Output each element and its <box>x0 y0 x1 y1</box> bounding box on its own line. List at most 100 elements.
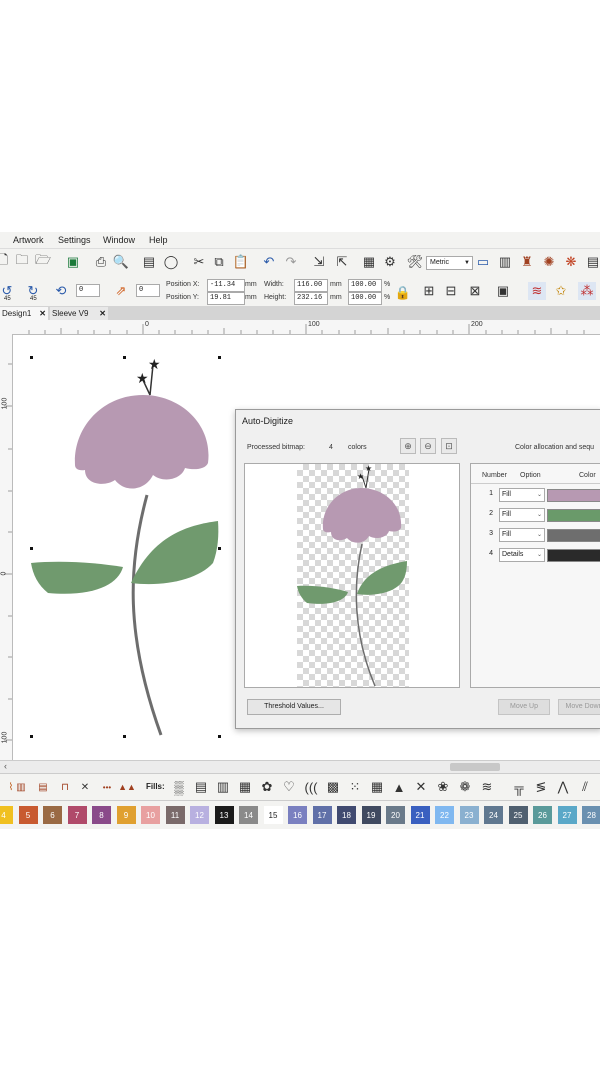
motif-4-icon[interactable]: ⫽ <box>576 778 594 796</box>
option-select[interactable]: Fill ⌄ <box>499 508 545 522</box>
slant-icon[interactable]: ⇗ <box>112 282 130 300</box>
tab-sleeve-v9[interactable]: Sleeve V9 ✕ <box>50 307 108 320</box>
thread-color-swatch[interactable]: 16 <box>288 806 307 824</box>
lock-proportions-icon[interactable]: 🔒 <box>394 284 412 302</box>
selection-handle[interactable] <box>123 735 126 738</box>
scale-height-input[interactable]: 100.00 <box>348 292 382 305</box>
print-icon[interactable]: ⎙ <box>92 253 110 271</box>
menu-artwork[interactable]: Artwork <box>13 235 44 245</box>
zigzag-stitch-icon[interactable]: ≋ <box>528 282 546 300</box>
color-swatch[interactable] <box>547 509 600 522</box>
thread-color-swatch[interactable]: 4 <box>0 806 13 824</box>
thread-color-swatch[interactable]: 14 <box>239 806 258 824</box>
angle-input[interactable]: 0 <box>76 284 100 297</box>
fill-pattern-4-icon[interactable]: ▦ <box>236 778 254 796</box>
move-down-button[interactable]: Move Down <box>558 699 600 715</box>
stamp-icon[interactable]: ♜ <box>518 253 536 271</box>
thread-color-swatch[interactable]: 17 <box>312 806 332 824</box>
thread-color-swatch[interactable]: 22 <box>435 806 454 824</box>
view-design-icon[interactable]: ▭ <box>474 253 492 271</box>
more-icon[interactable]: ▤ <box>584 253 600 271</box>
thread-color-swatch[interactable]: 19 <box>361 806 381 824</box>
height-input[interactable]: 232.16 <box>294 292 328 305</box>
option-select[interactable]: Fill ⌄ <box>499 528 545 542</box>
selection-handle[interactable] <box>30 735 33 738</box>
color-row[interactable]: 4 Details ⌄ <box>471 545 600 563</box>
undo-icon[interactable]: ↶ <box>260 253 278 271</box>
thread-color-swatch[interactable]: 6 <box>43 806 62 824</box>
zoom-in-icon[interactable]: ⊕ <box>400 438 416 454</box>
thread-color-swatch[interactable]: 5 <box>18 806 38 824</box>
thread-color-swatch[interactable]: 11 <box>165 806 185 824</box>
spiral-icon[interactable]: ✺ <box>540 253 558 271</box>
units-select[interactable]: Metric ▼ <box>426 256 473 270</box>
fill-pattern-8-icon[interactable]: ▩ <box>324 778 342 796</box>
selection-handle[interactable] <box>218 735 221 738</box>
selection-handle[interactable] <box>30 356 33 359</box>
export-icon[interactable]: ⇱ <box>333 253 351 271</box>
tab-close-icon[interactable]: ✕ <box>39 307 46 320</box>
horizontal-scrollbar[interactable]: ‹ <box>0 760 600 773</box>
slant-input[interactable]: 0 <box>136 284 160 297</box>
position-y-input[interactable]: 19.81 <box>207 292 245 305</box>
color-row[interactable]: 2 Fill ⌄ <box>471 505 600 523</box>
bitmap-preview[interactable]: ★ ★ <box>244 463 460 688</box>
tools-icon[interactable]: 🛠 <box>406 253 424 271</box>
scribble-stitch-icon[interactable]: ⁂ <box>578 282 596 300</box>
fill-pattern-9-icon[interactable]: ⁙ <box>346 778 364 796</box>
selection-handle[interactable] <box>123 356 126 359</box>
color-swatch[interactable] <box>547 549 600 562</box>
thread-color-swatch[interactable]: 20 <box>386 806 405 824</box>
scale-width-input[interactable]: 100.00 <box>348 279 382 292</box>
fill-pattern-15-icon[interactable]: ≋ <box>478 778 496 796</box>
color-row[interactable]: 3 Fill ⌄ <box>471 525 600 543</box>
cross-stitch-icon[interactable]: ✕ <box>76 778 94 796</box>
fill-pattern-2-icon[interactable]: ▤ <box>192 778 210 796</box>
option-select[interactable]: Details ⌄ <box>499 548 545 562</box>
thread-color-swatch[interactable]: 10 <box>141 806 160 824</box>
satin-stitch-icon[interactable]: ▥ <box>12 778 30 796</box>
menu-help[interactable]: Help <box>149 235 168 245</box>
bean-stitch-icon[interactable]: ⊓ <box>56 778 74 796</box>
align-right-icon[interactable]: ⊠ <box>466 282 484 300</box>
fill-pattern-6-icon[interactable]: ♡ <box>280 778 298 796</box>
fill-pattern-7-icon[interactable]: ((( <box>302 778 320 796</box>
settings-gear-icon[interactable]: ⚙ <box>381 253 399 271</box>
group-icon[interactable]: ▣ <box>494 282 512 300</box>
option-select[interactable]: Fill ⌄ <box>499 488 545 502</box>
color-swatch[interactable] <box>547 489 600 502</box>
fill-pattern-1-icon[interactable]: ▒ <box>170 778 188 796</box>
redo-icon[interactable]: ↷ <box>282 253 300 271</box>
selection-handle[interactable] <box>218 547 221 550</box>
triple-stitch-icon[interactable]: ▲▲ <box>118 778 136 796</box>
dots-stitch-icon[interactable]: ••• <box>98 778 116 796</box>
paste-icon[interactable]: 📋 <box>232 253 250 271</box>
open-recent-icon[interactable]: 🗁 <box>34 252 52 271</box>
fill-pattern-12-icon[interactable]: ✕ <box>412 778 430 796</box>
cut-icon[interactable]: ✂ <box>190 253 208 271</box>
move-up-button[interactable]: Move Up <box>498 699 550 715</box>
scroll-left-icon[interactable]: ‹ <box>4 761 7 771</box>
selection-handle[interactable] <box>218 356 221 359</box>
zoom-fit-icon[interactable]: ⊡ <box>441 438 457 454</box>
color-row[interactable]: 1 Fill ⌄ <box>471 485 600 503</box>
motif-2-icon[interactable]: ≶ <box>532 778 550 796</box>
align-center-icon[interactable]: ⊟ <box>442 282 460 300</box>
color-swatch[interactable] <box>547 529 600 542</box>
width-input[interactable]: 116.00 <box>294 279 328 292</box>
fill-pattern-13-icon[interactable]: ❀ <box>434 778 452 796</box>
thread-color-swatch[interactable]: 9 <box>116 806 136 824</box>
motif-1-icon[interactable]: ╦ <box>510 778 528 796</box>
star-shape-icon[interactable]: ✩ <box>552 282 570 300</box>
thread-color-swatch[interactable]: 24 <box>484 806 503 824</box>
scroll-thumb[interactable] <box>450 763 500 771</box>
thread-color-swatch[interactable]: 13 <box>214 806 234 824</box>
motif-3-icon[interactable]: ⋀ <box>554 778 572 796</box>
column-stitch-icon[interactable]: ▤ <box>34 778 52 796</box>
fill-pattern-11-icon[interactable]: ▲ <box>390 778 408 796</box>
thread-color-swatch[interactable]: 28 <box>582 806 600 824</box>
fill-pattern-5-icon[interactable]: ✿ <box>258 778 276 796</box>
thread-color-swatch[interactable]: 15 <box>263 806 283 824</box>
import-icon[interactable]: ⇲ <box>310 253 328 271</box>
align-left-icon[interactable]: ⊞ <box>420 282 438 300</box>
